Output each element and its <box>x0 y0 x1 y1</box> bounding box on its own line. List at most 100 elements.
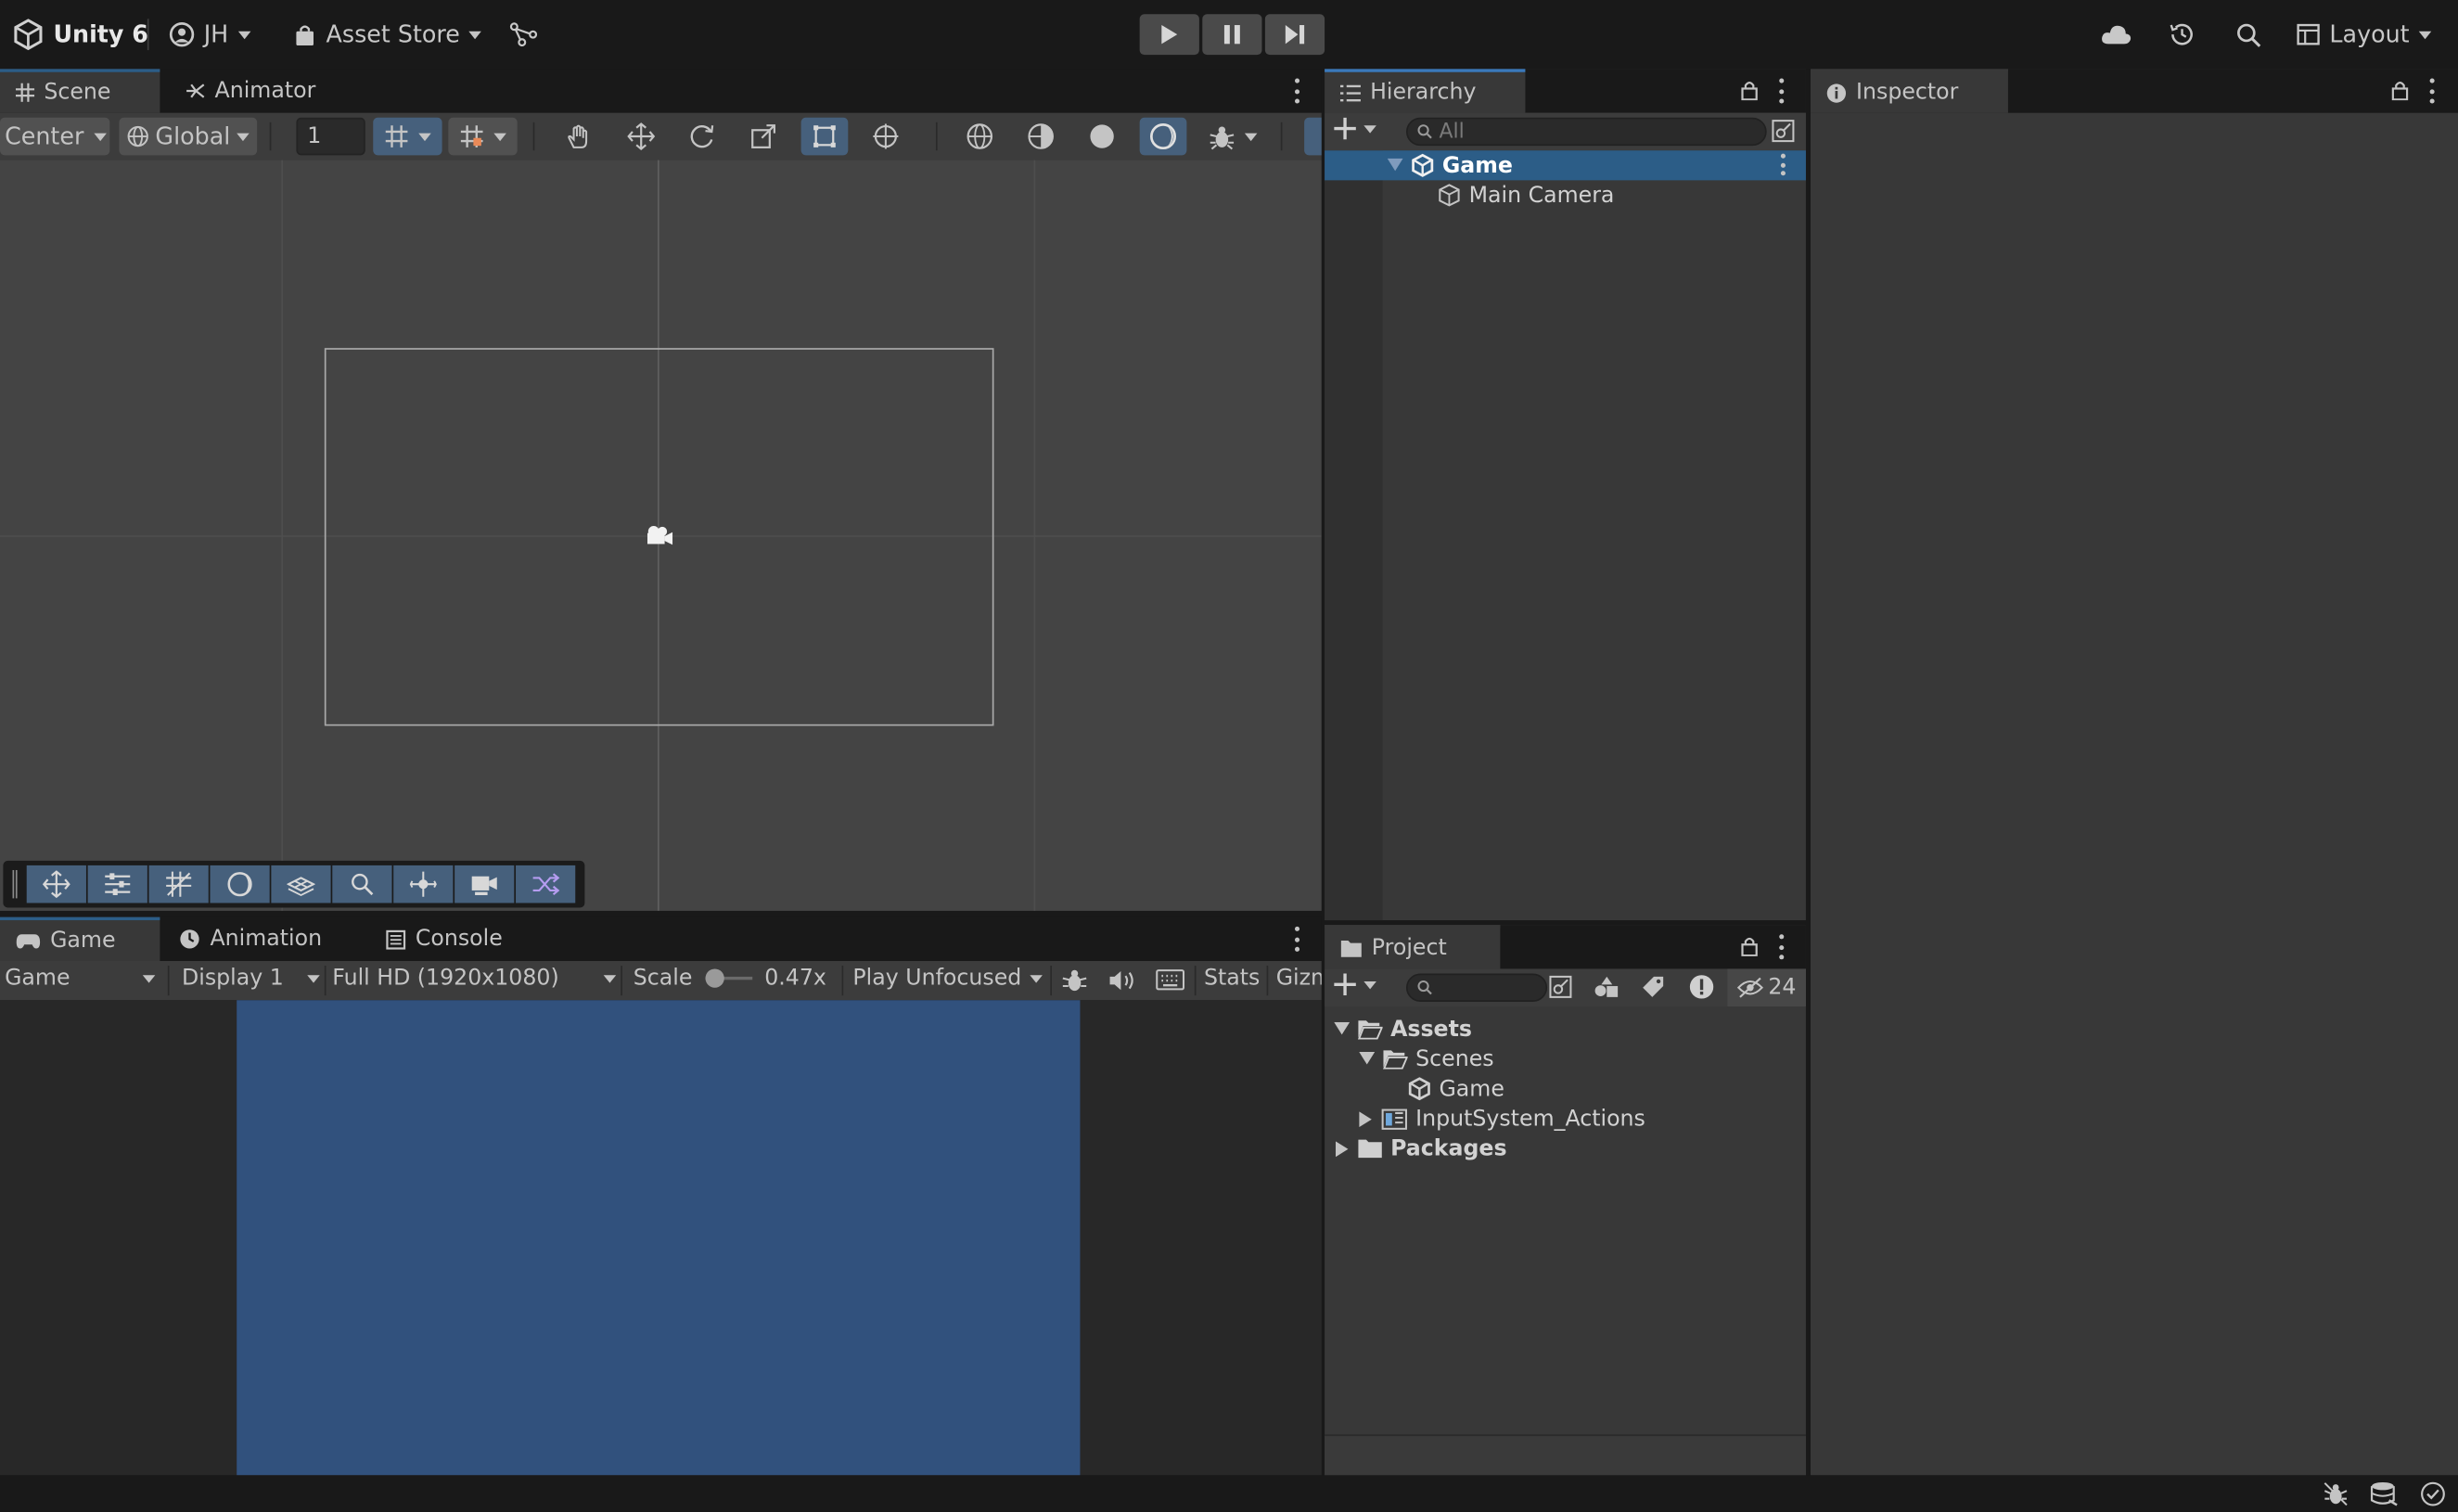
shortcuts-button[interactable] <box>1156 968 1185 991</box>
gameobject-cube-icon <box>1438 184 1461 207</box>
play-mode-dropdown[interactable]: Play Unfocused <box>852 966 1043 991</box>
drag-handle-icon[interactable] <box>12 869 18 899</box>
tab-console[interactable]: Console <box>370 917 518 961</box>
transform-tool-button[interactable] <box>863 118 910 156</box>
resolution-dropdown[interactable]: Full HD (1920x1080) <box>332 966 617 991</box>
gizmos-button[interactable]: Gizm <box>1276 966 1322 991</box>
stats-button[interactable]: Stats <box>1204 966 1260 991</box>
tab-project[interactable]: Project <box>1325 925 1501 969</box>
wireframe-sphere-icon <box>966 122 993 150</box>
snap-toggle[interactable] <box>448 117 518 156</box>
overlay-tool-settings-button[interactable] <box>87 865 147 903</box>
panel-menu-icon[interactable] <box>2428 78 2435 104</box>
rect-tool-button[interactable] <box>800 117 849 156</box>
overlay-randomize-button[interactable] <box>516 865 576 903</box>
camera-gizmo-icon[interactable] <box>643 523 674 548</box>
view-dropdown[interactable]: Game <box>5 966 161 991</box>
project-search-input[interactable] <box>1405 973 1548 1002</box>
hierarchy-search-input[interactable]: All <box>1405 117 1767 147</box>
debug-mode-icon[interactable] <box>2324 1481 2349 1506</box>
checkmark-circle-icon[interactable] <box>2420 1481 2445 1506</box>
project-item-assets[interactable]: Assets <box>1325 1014 1472 1044</box>
panel-menu-icon[interactable] <box>1293 78 1299 104</box>
pause-button[interactable] <box>1202 14 1262 56</box>
project-item-scenes[interactable]: Scenes <box>1325 1044 1494 1074</box>
rotate-tool-button[interactable] <box>679 118 726 156</box>
2d-toggle[interactable] <box>1304 117 1322 156</box>
panel-menu-icon[interactable] <box>1778 934 1785 960</box>
filter-label-icon[interactable] <box>1641 975 1664 998</box>
lock-icon[interactable] <box>1740 936 1759 956</box>
panel-menu-icon[interactable] <box>1778 78 1785 104</box>
console-icon <box>386 929 406 949</box>
overlay-search-button[interactable] <box>332 865 392 903</box>
layout-dropdown[interactable]: Layout <box>2297 16 2432 54</box>
project-item-game-scene[interactable]: Game <box>1325 1074 1504 1104</box>
asset-store-dropdown[interactable]: Asset Store <box>293 16 482 54</box>
overlay-pivot-button[interactable] <box>393 865 454 903</box>
overlay-shading-button[interactable] <box>210 865 270 903</box>
tab-game[interactable]: Game <box>0 916 160 962</box>
space-dropdown[interactable]: Global <box>119 117 258 156</box>
hand-tool-button[interactable] <box>555 118 602 156</box>
tab-animation[interactable]: Animation <box>163 917 338 961</box>
lock-icon[interactable] <box>1740 80 1759 101</box>
search-by-type-icon[interactable] <box>1772 119 1795 143</box>
account-dropdown[interactable]: JH <box>169 16 250 54</box>
grid-size-field[interactable]: 1 <box>296 117 365 156</box>
step-button[interactable] <box>1264 14 1325 56</box>
play-button[interactable] <box>1139 14 1199 56</box>
search-button[interactable] <box>2235 16 2262 54</box>
project-item-input-actions[interactable]: InputSystem_Actions <box>1325 1104 1645 1134</box>
scale-tool-button[interactable] <box>740 118 787 156</box>
expand-triangle-icon[interactable] <box>1387 158 1403 173</box>
filter-type-icon[interactable] <box>1594 975 1619 998</box>
move-tool-button[interactable] <box>618 118 665 156</box>
overlay-move-button[interactable] <box>26 865 86 903</box>
history-button[interactable] <box>2168 16 2196 54</box>
scene-menu-icon[interactable] <box>1779 153 1786 176</box>
unity-logo-button[interactable]: Unity 6 <box>13 16 148 54</box>
pivot-dropdown[interactable]: Center <box>0 117 110 156</box>
history-icon <box>2168 20 2196 48</box>
overlay-grid-button[interactable] <box>148 865 209 903</box>
panel-menu-icon[interactable] <box>1293 926 1299 952</box>
collapsed-triangle-icon[interactable] <box>1359 1110 1373 1127</box>
warning-filter-icon[interactable] <box>1688 974 1715 1001</box>
expand-triangle-icon[interactable] <box>1334 1021 1351 1036</box>
draw-mode-shaded-wire-button[interactable] <box>1018 118 1065 156</box>
cache-server-icon[interactable] <box>2370 1481 2398 1506</box>
lock-icon[interactable] <box>2390 80 2409 101</box>
chevron-down-icon <box>237 132 250 141</box>
grid-toggle[interactable] <box>373 117 442 156</box>
draw-mode-unlit-button[interactable] <box>1139 117 1187 156</box>
project-item-packages[interactable]: Packages <box>1325 1134 1507 1163</box>
scale-slider[interactable] <box>704 968 752 988</box>
search-by-type-icon[interactable] <box>1549 975 1572 998</box>
overlay-camera-button[interactable] <box>454 865 515 903</box>
draw-mode-wireframe-button[interactable] <box>956 118 1004 156</box>
debug-draw-dropdown[interactable] <box>1197 118 1266 156</box>
hierarchy-item-label: Main Camera <box>1468 182 1615 208</box>
create-dropdown[interactable] <box>1334 117 1376 140</box>
scene-viewport[interactable] <box>0 160 1322 911</box>
create-dropdown[interactable] <box>1334 973 1376 996</box>
game-viewport[interactable] <box>0 1000 1322 1476</box>
tab-scene[interactable]: Scene <box>0 69 160 113</box>
tab-inspector[interactable]: Inspector <box>1811 69 2008 113</box>
draw-mode-shaded-button[interactable] <box>1079 118 1126 156</box>
hierarchy-item-main-camera[interactable]: Main Camera <box>1325 180 1614 210</box>
display-dropdown[interactable]: Display 1 <box>182 966 320 991</box>
hidden-packages-toggle[interactable]: 24 <box>1727 968 1806 1007</box>
collapsed-triangle-icon[interactable] <box>1335 1140 1350 1157</box>
tab-animator[interactable]: Animator <box>170 69 332 112</box>
version-control-button[interactable] <box>509 16 538 54</box>
debug-bug-button[interactable] <box>1061 967 1088 994</box>
tab-hierarchy[interactable]: Hierarchy <box>1325 69 1526 113</box>
cloud-button[interactable] <box>2101 16 2132 54</box>
eye-slash-icon <box>1736 977 1764 999</box>
expand-triangle-icon[interactable] <box>1359 1052 1376 1066</box>
hierarchy-item-game-scene[interactable]: Game <box>1325 150 1806 181</box>
mute-audio-button[interactable] <box>1108 968 1136 992</box>
overlay-visibility-button[interactable] <box>271 865 331 903</box>
